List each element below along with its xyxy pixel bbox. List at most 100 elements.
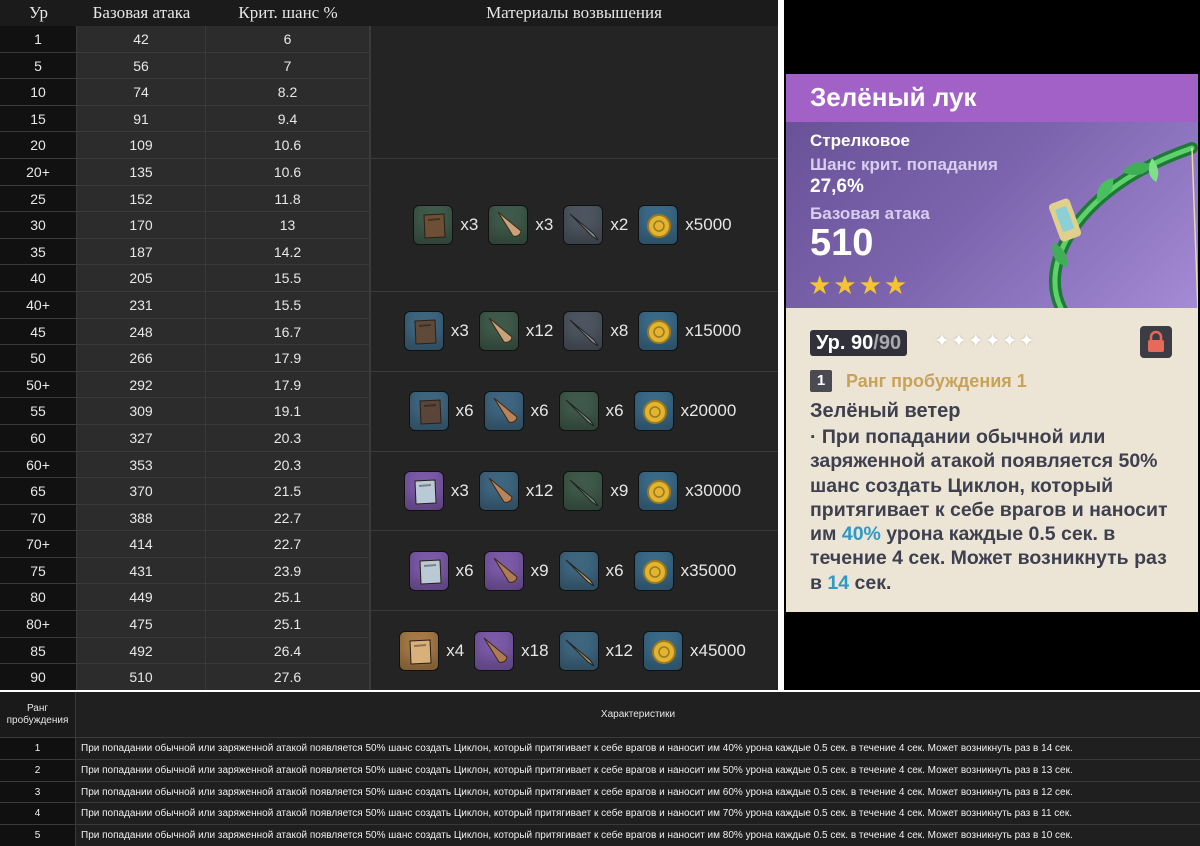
level-cell: 55 [0,398,77,425]
refinement-row: 1 При попадании обычной или заряженной ат… [0,737,1200,759]
stats-row: 20 109 10.6 [0,132,370,159]
domain-material-icon [403,311,444,352]
base-atk-cell: 353 [77,451,206,479]
crit-cell: 19.1 [206,398,370,425]
base-atk-cell: 370 [77,478,206,505]
passive-title: Зелёный ветер [810,400,961,422]
passive-text-3: сек. [849,571,892,594]
crit-cell: 8.2 [206,79,370,106]
material-count: x8 [610,321,629,341]
material-group: x4 x18 x12 x45000 [370,611,778,690]
level-cell: 50+ [0,371,77,399]
stats-row: 35 187 14.2 [0,238,370,266]
base-atk-cell: 510 [77,664,206,690]
stats-row: 55 309 19.1 [0,398,370,425]
level-cell: 60+ [0,451,77,479]
stats-row: 60+ 353 20.3 [0,451,370,479]
crit-cell: 7 [206,52,370,80]
stats-row: 65 370 21.5 [0,478,370,505]
material-item: x20000 [633,391,736,432]
material-count: x2 [610,215,629,234]
horn-material-icon [474,630,515,671]
base-atk-value: 510 [810,222,874,264]
material-item: x30000 [638,470,742,511]
horn-material-icon [478,470,519,511]
crit-cell: 22.7 [206,531,370,558]
stats-row: 40 205 15.5 [0,265,370,292]
level-badge: Ур. 90/90 [810,330,908,356]
level-cell: 50 [0,345,77,372]
crit-cell: 20.3 [206,424,370,452]
refinement-description: При попадании обычной или заряженной ата… [81,808,1073,820]
base-atk-cell: 56 [77,52,206,80]
card-stats-area: Стрелковое Шанс крит. попадания 27,6% Ба… [786,122,1198,308]
base-atk-cell: 205 [77,265,206,292]
stats-row: 30 170 13 [0,212,370,239]
material-count: x30000 [685,480,742,500]
material-item: x2 [563,205,628,245]
level-cell: 1 [0,26,77,53]
lock-button[interactable] [1140,326,1172,358]
level-cell: 40+ [0,291,77,319]
material-group: x3 x12 x8 x15000 [370,292,778,372]
material-item: x35000 [633,550,736,591]
stats-row: 70 388 22.7 [0,504,370,532]
material-count: x4 [446,640,465,660]
mora-coin-icon [633,391,674,432]
level-cell: 30 [0,212,77,239]
refinement-row: 3 При попадании обычной или заряженной ат… [0,780,1200,803]
level-max: /90 [873,332,902,354]
horn-material-icon [478,311,519,352]
material-item: x9 [563,470,628,511]
mora-coin-icon [638,311,679,352]
material-list: x6 x9 x6 x35000 [371,550,778,591]
material-item: x6 [408,391,474,432]
base-atk-label: Базовая атака [810,204,930,223]
material-group: x3 x3 x2 x5000 [370,159,778,292]
material-item: x15000 [638,311,741,352]
crit-cell: 22.7 [206,504,370,532]
base-atk-cell: 388 [77,504,206,532]
base-atk-cell: 309 [77,398,206,425]
base-atk-cell: 248 [77,318,206,346]
base-atk-cell: 109 [77,132,206,159]
level-cell: 80 [0,584,77,612]
material-count: x18 [521,640,549,660]
mora-coin-icon [638,205,679,245]
crit-column-header: Крит. шанс % [238,3,338,22]
base-atk-cell: 449 [77,584,206,612]
material-item: x3 [403,470,469,511]
material-item: x6 [558,391,624,432]
horn-material-icon [483,391,524,432]
material-item: x3 [413,205,478,245]
level-cell: 35 [0,238,77,266]
arrowhead-material-icon [558,391,599,432]
card-title-bar: Зелёный лук [786,74,1198,122]
crit-cell: 17.9 [206,345,370,372]
crit-cell: 9.4 [206,105,370,133]
level-cell: 20 [0,132,77,159]
material-item: x4 [399,630,465,671]
material-count: x5000 [685,215,732,234]
arrowhead-material-icon [558,630,599,671]
refinement-table-header: Ранг пробуждения Характеристики [0,692,1200,737]
level-cell: 60 [0,424,77,452]
domain-material-icon [399,630,440,671]
crit-cell: 20.3 [206,451,370,479]
stats-row: 90 510 27.6 [0,664,370,690]
lock-icon [1148,330,1164,352]
crit-cell: 16.7 [206,318,370,346]
base-atk-cell: 91 [77,105,206,133]
material-item: x9 [483,550,549,591]
stats-rows: 1 42 6 5 56 7 10 74 8.2 15 91 9.4 20 109 10.6 20+ 135 10.… [0,26,370,690]
crit-cell: 23.9 [206,557,370,585]
refinement-rank: 4 [0,803,76,825]
passive-cooldown-value: 14 [827,571,850,594]
level-cell: 75 [0,557,77,585]
stats-row: 45 248 16.7 [0,318,370,346]
ascension-stars: ✦✦✦✦✦✦ [934,331,1036,352]
mora-coin-icon [643,630,684,671]
material-count: x3 [535,215,554,234]
mora-coin-icon [633,550,674,591]
domain-material-icon [408,550,449,591]
